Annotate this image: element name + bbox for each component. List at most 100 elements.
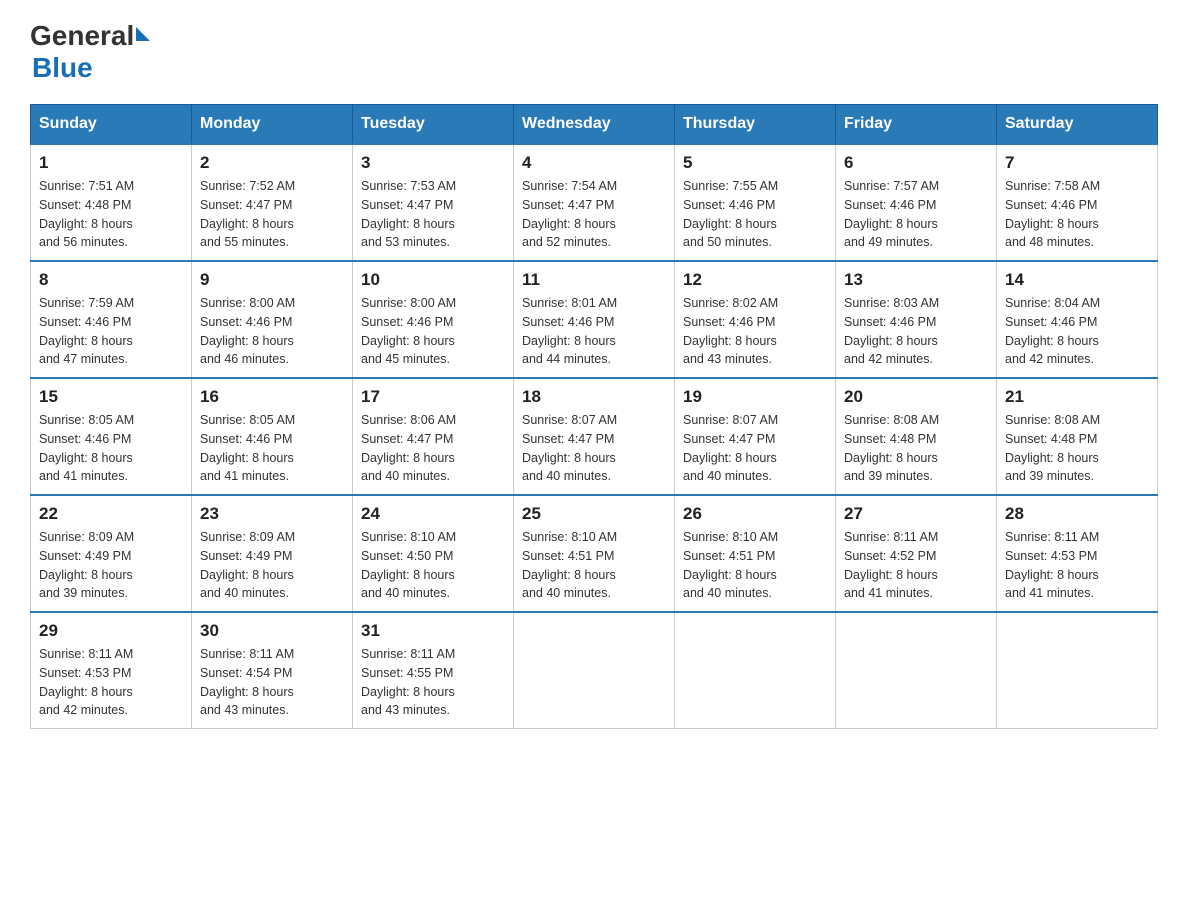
- day-number: 5: [683, 153, 827, 173]
- calendar-cell: 16 Sunrise: 8:05 AMSunset: 4:46 PMDayligh…: [192, 378, 353, 495]
- calendar-cell: 24 Sunrise: 8:10 AMSunset: 4:50 PMDayligh…: [353, 495, 514, 612]
- week-row-5: 29 Sunrise: 8:11 AMSunset: 4:53 PMDayligh…: [31, 612, 1158, 729]
- day-info: Sunrise: 7:51 AMSunset: 4:48 PMDaylight:…: [39, 177, 183, 252]
- day-info: Sunrise: 8:00 AMSunset: 4:46 PMDaylight:…: [200, 294, 344, 369]
- day-number: 12: [683, 270, 827, 290]
- day-info: Sunrise: 8:05 AMSunset: 4:46 PMDaylight:…: [200, 411, 344, 486]
- calendar-cell: 10 Sunrise: 8:00 AMSunset: 4:46 PMDayligh…: [353, 261, 514, 378]
- calendar-cell: [514, 612, 675, 729]
- calendar-cell: [675, 612, 836, 729]
- calendar-cell: 8 Sunrise: 7:59 AMSunset: 4:46 PMDaylight…: [31, 261, 192, 378]
- day-info: Sunrise: 8:02 AMSunset: 4:46 PMDaylight:…: [683, 294, 827, 369]
- calendar-cell: 7 Sunrise: 7:58 AMSunset: 4:46 PMDaylight…: [997, 144, 1158, 261]
- page-header: General Blue: [30, 20, 1158, 84]
- day-number: 20: [844, 387, 988, 407]
- day-info: Sunrise: 8:10 AMSunset: 4:51 PMDaylight:…: [522, 528, 666, 603]
- day-number: 28: [1005, 504, 1149, 524]
- logo-arrow-icon: [136, 27, 150, 41]
- day-number: 27: [844, 504, 988, 524]
- day-number: 1: [39, 153, 183, 173]
- calendar-cell: 30Sunrise: 8:11 AMSunset: 4:54 PMDayligh…: [192, 612, 353, 729]
- calendar-cell: 29 Sunrise: 8:11 AMSunset: 4:53 PMDayligh…: [31, 612, 192, 729]
- day-info: Sunrise: 8:09 AMSunset: 4:49 PMDaylight:…: [39, 528, 183, 603]
- day-number: 31: [361, 621, 505, 641]
- calendar-cell: 18 Sunrise: 8:07 AMSunset: 4:47 PMDayligh…: [514, 378, 675, 495]
- day-number: 17: [361, 387, 505, 407]
- day-info: Sunrise: 8:04 AMSunset: 4:46 PMDaylight:…: [1005, 294, 1149, 369]
- day-info: Sunrise: 7:58 AMSunset: 4:46 PMDaylight:…: [1005, 177, 1149, 252]
- week-row-1: 1 Sunrise: 7:51 AMSunset: 4:48 PMDaylight…: [31, 144, 1158, 261]
- header-wednesday: Wednesday: [514, 105, 675, 145]
- calendar-cell: 12 Sunrise: 8:02 AMSunset: 4:46 PMDayligh…: [675, 261, 836, 378]
- day-info: Sunrise: 8:09 AMSunset: 4:49 PMDaylight:…: [200, 528, 344, 603]
- calendar-cell: 26Sunrise: 8:10 AMSunset: 4:51 PMDayligh…: [675, 495, 836, 612]
- day-number: 30: [200, 621, 344, 641]
- calendar-cell: 28 Sunrise: 8:11 AMSunset: 4:53 PMDayligh…: [997, 495, 1158, 612]
- day-number: 2: [200, 153, 344, 173]
- calendar-cell: [836, 612, 997, 729]
- day-info: Sunrise: 7:57 AMSunset: 4:46 PMDaylight:…: [844, 177, 988, 252]
- day-number: 11: [522, 270, 666, 290]
- calendar-cell: 15Sunrise: 8:05 AMSunset: 4:46 PMDayligh…: [31, 378, 192, 495]
- day-number: 7: [1005, 153, 1149, 173]
- calendar-cell: 6 Sunrise: 7:57 AMSunset: 4:46 PMDaylight…: [836, 144, 997, 261]
- calendar-cell: 9Sunrise: 8:00 AMSunset: 4:46 PMDaylight…: [192, 261, 353, 378]
- day-info: Sunrise: 8:00 AMSunset: 4:46 PMDaylight:…: [361, 294, 505, 369]
- calendar-cell: 4Sunrise: 7:54 AMSunset: 4:47 PMDaylight…: [514, 144, 675, 261]
- day-info: Sunrise: 7:52 AMSunset: 4:47 PMDaylight:…: [200, 177, 344, 252]
- header-sunday: Sunday: [31, 105, 192, 145]
- calendar-cell: 23 Sunrise: 8:09 AMSunset: 4:49 PMDayligh…: [192, 495, 353, 612]
- day-number: 23: [200, 504, 344, 524]
- day-number: 24: [361, 504, 505, 524]
- day-info: Sunrise: 8:11 AMSunset: 4:53 PMDaylight:…: [39, 645, 183, 720]
- calendar-cell: 19Sunrise: 8:07 AMSunset: 4:47 PMDayligh…: [675, 378, 836, 495]
- day-info: Sunrise: 8:11 AMSunset: 4:53 PMDaylight:…: [1005, 528, 1149, 603]
- calendar-cell: 2 Sunrise: 7:52 AMSunset: 4:47 PMDaylight…: [192, 144, 353, 261]
- day-number: 19: [683, 387, 827, 407]
- calendar-cell: 3 Sunrise: 7:53 AMSunset: 4:47 PMDaylight…: [353, 144, 514, 261]
- calendar-cell: 21Sunrise: 8:08 AMSunset: 4:48 PMDayligh…: [997, 378, 1158, 495]
- day-info: Sunrise: 8:01 AMSunset: 4:46 PMDaylight:…: [522, 294, 666, 369]
- calendar-cell: 5Sunrise: 7:55 AMSunset: 4:46 PMDaylight…: [675, 144, 836, 261]
- calendar-cell: 17 Sunrise: 8:06 AMSunset: 4:47 PMDayligh…: [353, 378, 514, 495]
- calendar-cell: 11 Sunrise: 8:01 AMSunset: 4:46 PMDayligh…: [514, 261, 675, 378]
- logo-general-text: General: [30, 20, 134, 52]
- day-info: Sunrise: 8:10 AMSunset: 4:50 PMDaylight:…: [361, 528, 505, 603]
- day-number: 16: [200, 387, 344, 407]
- day-number: 13: [844, 270, 988, 290]
- day-info: Sunrise: 8:11 AMSunset: 4:52 PMDaylight:…: [844, 528, 988, 603]
- day-number: 4: [522, 153, 666, 173]
- logo: General Blue: [30, 20, 150, 84]
- day-info: Sunrise: 8:03 AMSunset: 4:46 PMDaylight:…: [844, 294, 988, 369]
- week-row-4: 22Sunrise: 8:09 AMSunset: 4:49 PMDayligh…: [31, 495, 1158, 612]
- calendar-cell: 25 Sunrise: 8:10 AMSunset: 4:51 PMDayligh…: [514, 495, 675, 612]
- calendar-cell: 14 Sunrise: 8:04 AMSunset: 4:46 PMDayligh…: [997, 261, 1158, 378]
- day-info: Sunrise: 8:11 AMSunset: 4:55 PMDaylight:…: [361, 645, 505, 720]
- day-number: 26: [683, 504, 827, 524]
- day-number: 3: [361, 153, 505, 173]
- day-info: Sunrise: 8:05 AMSunset: 4:46 PMDaylight:…: [39, 411, 183, 486]
- calendar-cell: [997, 612, 1158, 729]
- day-info: Sunrise: 7:53 AMSunset: 4:47 PMDaylight:…: [361, 177, 505, 252]
- day-number: 25: [522, 504, 666, 524]
- day-number: 10: [361, 270, 505, 290]
- day-info: Sunrise: 8:08 AMSunset: 4:48 PMDaylight:…: [844, 411, 988, 486]
- logo-blue-text: Blue: [32, 52, 93, 84]
- day-number: 6: [844, 153, 988, 173]
- calendar-cell: 1 Sunrise: 7:51 AMSunset: 4:48 PMDaylight…: [31, 144, 192, 261]
- day-info: Sunrise: 8:08 AMSunset: 4:48 PMDaylight:…: [1005, 411, 1149, 486]
- calendar-cell: 13 Sunrise: 8:03 AMSunset: 4:46 PMDayligh…: [836, 261, 997, 378]
- day-info: Sunrise: 8:06 AMSunset: 4:47 PMDaylight:…: [361, 411, 505, 486]
- day-number: 8: [39, 270, 183, 290]
- header-row: SundayMondayTuesdayWednesdayThursdayFrid…: [31, 105, 1158, 145]
- header-monday: Monday: [192, 105, 353, 145]
- header-saturday: Saturday: [997, 105, 1158, 145]
- day-info: Sunrise: 8:07 AMSunset: 4:47 PMDaylight:…: [522, 411, 666, 486]
- header-tuesday: Tuesday: [353, 105, 514, 145]
- calendar-cell: 27 Sunrise: 8:11 AMSunset: 4:52 PMDayligh…: [836, 495, 997, 612]
- day-info: Sunrise: 7:59 AMSunset: 4:46 PMDaylight:…: [39, 294, 183, 369]
- day-number: 29: [39, 621, 183, 641]
- day-number: 18: [522, 387, 666, 407]
- header-thursday: Thursday: [675, 105, 836, 145]
- day-number: 14: [1005, 270, 1149, 290]
